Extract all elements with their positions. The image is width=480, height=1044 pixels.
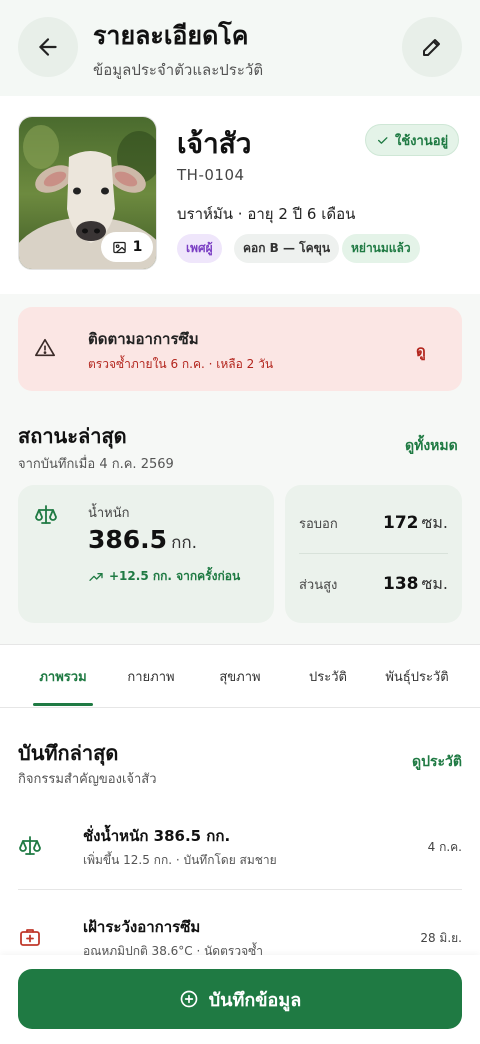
trending-up-icon — [89, 572, 103, 581]
weight-number: 386.5 — [88, 525, 168, 554]
breed-age: บราห์มัน · อายุ 2 ปี 6 เดือน — [177, 205, 356, 223]
back-button[interactable] — [18, 17, 78, 77]
girth-number: 172 — [383, 513, 419, 533]
latest-status-title: สถานะล่าสุด — [18, 424, 127, 448]
active-tab-indicator — [33, 703, 93, 706]
tab-history[interactable]: ประวัติ — [288, 645, 368, 707]
height-row: ส่วนสูง 138 ซม. — [299, 554, 448, 614]
list-item-subtitle: เพิ่มขึ้น 12.5 กก. · บันทึกโดย สมชาย — [83, 853, 277, 867]
cattle-tag-id: TH-0104 — [177, 166, 245, 184]
status-badge: ใช้งานอยู่ — [365, 124, 460, 156]
alert-title: ติดตามอาการซึม — [88, 330, 199, 348]
warning-icon — [35, 338, 55, 357]
girth-value: 172 ซม. — [383, 511, 448, 536]
recent-records-title: บันทึกล่าสุด — [18, 741, 119, 765]
list-item-title: เฝ้าระวังอาการซึม — [83, 918, 201, 936]
weight-unit: กก. — [171, 533, 198, 553]
check-icon — [378, 136, 388, 144]
app-header: รายละเอียดโค ข้อมูลประจำตัวและประวัติ — [0, 0, 480, 96]
tab-physical[interactable]: กายภาพ — [111, 645, 191, 707]
height-number: 138 — [383, 573, 419, 594]
tab-bar: ภาพรวม กายภาพ สุขภาพ ประวัติ พันธุ์ประวั… — [0, 644, 480, 708]
cattle-name: เจ้าสัว — [177, 127, 252, 160]
weight-change: +12.5 กก. จากครั้งก่อน — [88, 567, 240, 586]
tab-health[interactable]: สุขภาพ — [200, 645, 280, 707]
height-unit: ซม. — [421, 573, 449, 593]
cattle-profile: 1 เจ้าสัว ใช้งานอยู่ TH-0104 บราห์มัน · … — [0, 96, 480, 294]
recent-records-subtitle: กิจกรรมสำคัญของเจ้าสัว — [18, 772, 157, 787]
plus-circle-icon — [180, 990, 198, 1008]
status-label: ใช้งานอยู่ — [395, 133, 449, 149]
alert-view-link[interactable]: ดู — [416, 339, 426, 363]
pencil-icon — [423, 39, 440, 56]
scale-icon — [19, 836, 41, 855]
weight-change-text: +12.5 กก. จากครั้งก่อน — [109, 569, 241, 583]
weight-card[interactable]: น้ำหนัก 386.5 กก. +12.5 กก. จากครั้งก่อน — [18, 485, 274, 623]
page-title: รายละเอียดโค — [93, 21, 249, 50]
wean-chip: หย่านมแล้ว — [342, 234, 420, 263]
photo-count-badge[interactable]: 1 — [101, 232, 153, 262]
sex-chip: เพศผู้ — [177, 234, 222, 263]
alert-subtitle: ตรวจซ้ำภายใน 6 ก.ค. · เหลือ 2 วัน — [88, 357, 274, 371]
weight-value: 386.5 กก. — [88, 525, 197, 556]
height-value: 138 ซม. — [383, 572, 448, 597]
measurements-card[interactable]: รอบอก 172 ซม. ส่วนสูง 138 ซม. — [285, 485, 462, 623]
add-record-label: บันทึกข้อมูล — [208, 989, 302, 1011]
cattle-photo[interactable]: 1 — [18, 116, 157, 270]
view-all-link[interactable]: ดูทั้งหมด — [405, 435, 458, 457]
bottom-action-bar: บันทึกข้อมูล — [0, 955, 480, 1044]
view-history-link[interactable]: ดูประวัติ — [412, 751, 462, 773]
list-item-date: 28 มิ.ย. — [420, 931, 462, 945]
weight-label: น้ำหนัก — [88, 506, 130, 521]
girth-label: รอบอก — [299, 517, 338, 532]
edit-button[interactable] — [402, 17, 462, 77]
list-item-title: ชั่งน้ำหนัก 386.5 กก. — [83, 827, 231, 845]
height-label: ส่วนสูง — [299, 577, 338, 593]
health-alert-card[interactable]: ติดตามอาการซึม ตรวจซ้ำภายใน 6 ก.ค. · เหล… — [18, 307, 462, 391]
photo-count: 1 — [132, 239, 143, 255]
arrow-left-icon — [39, 38, 57, 56]
scale-icon — [35, 505, 57, 524]
page-subtitle: ข้อมูลประจำตัวและประวัติ — [93, 61, 264, 79]
add-record-button[interactable]: บันทึกข้อมูล — [18, 969, 462, 1029]
list-item-date: 4 ก.ค. — [427, 840, 462, 854]
tab-pedigree[interactable]: พันธุ์ประวัติ — [374, 645, 460, 707]
medical-kit-icon — [20, 929, 40, 946]
list-item[interactable]: ชั่งน้ำหนัก 386.5 กก. เพิ่มขึ้น 12.5 กก.… — [18, 800, 462, 890]
latest-status-subtitle: จากบันทึกเมื่อ 4 ก.ค. 2569 — [18, 457, 174, 472]
girth-unit: ซม. — [421, 513, 449, 532]
image-icon — [112, 241, 126, 253]
girth-row: รอบอก 172 ซม. — [299, 494, 448, 554]
tab-overview[interactable]: ภาพรวม — [23, 645, 103, 707]
pen-chip: คอก B — โคขุน — [234, 234, 340, 263]
